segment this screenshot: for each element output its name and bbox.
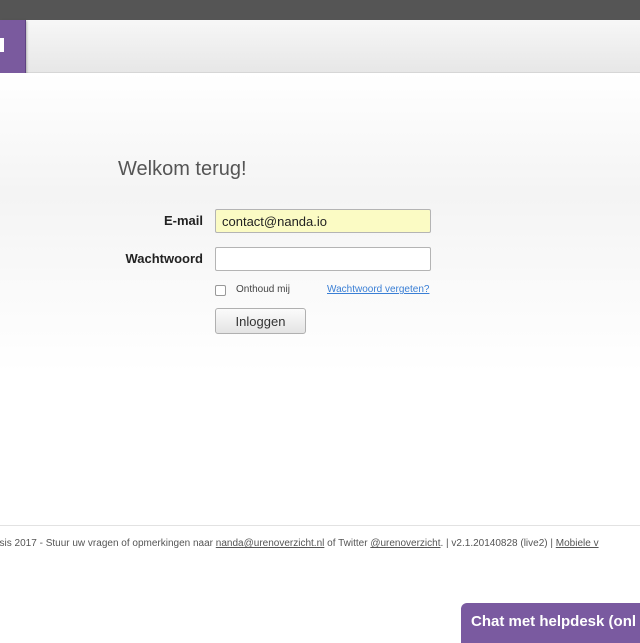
login-button[interactable]: Inloggen (215, 308, 306, 334)
footer-text-3: . | v2.1.20140828 (live2) | (440, 538, 556, 549)
app-logo[interactable] (0, 20, 26, 76)
logo-icon (0, 38, 4, 52)
footer-text-2: of Twitter (324, 538, 371, 549)
footer: esis 2017 - Stuur uw vragen of opmerking… (0, 538, 599, 549)
password-field[interactable] (215, 247, 431, 271)
footer-mobile-link[interactable]: Mobiele v (556, 538, 599, 549)
remember-me-label: Onthoud mij (236, 284, 290, 295)
browser-top-bar (0, 0, 640, 20)
email-field[interactable] (215, 209, 431, 233)
footer-twitter-link[interactable]: @urenoverzicht (370, 538, 440, 549)
footer-email-link[interactable]: nanda@urenoverzicht.nl (216, 538, 325, 549)
footer-text-1: esis 2017 - Stuur uw vragen of opmerking… (0, 538, 216, 549)
password-label: Wachtwoord (125, 251, 203, 266)
chat-helpdesk-button[interactable]: Chat met helpdesk (onl (461, 603, 640, 643)
remember-me-checkbox[interactable] (215, 285, 226, 296)
app-header (0, 20, 640, 73)
page-title: Welkom terug! (118, 158, 247, 180)
login-panel (0, 73, 640, 525)
footer-divider (0, 525, 640, 526)
email-label: E-mail (163, 213, 203, 228)
forgot-password-link[interactable]: Wachtwoord vergeten? (327, 284, 429, 295)
